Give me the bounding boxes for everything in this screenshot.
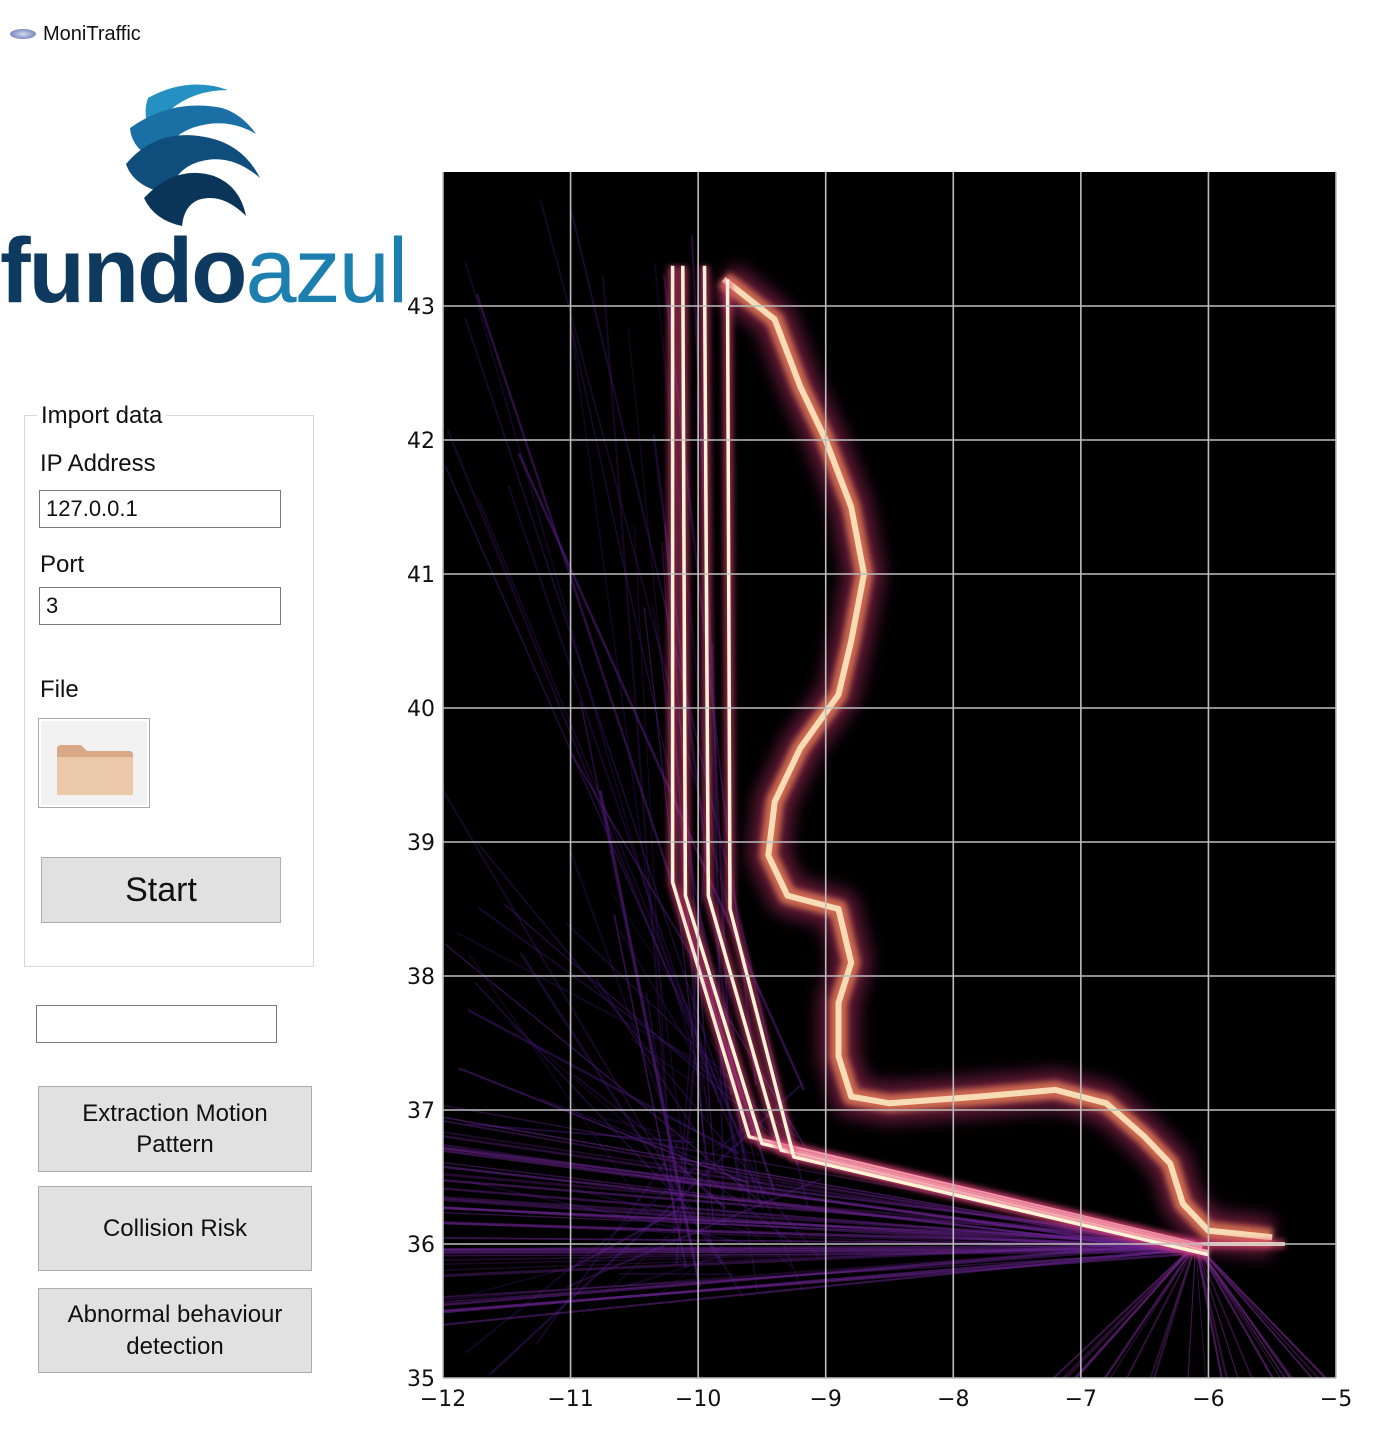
y-tick-label: 36 xyxy=(407,1233,435,1258)
x-tick-label: −9 xyxy=(809,1387,841,1412)
title-bar: MoniTraffic xyxy=(0,0,1388,70)
abnormal-behaviour-detection-button[interactable]: Abnormal behaviour detection xyxy=(38,1288,312,1373)
strait-approach-track xyxy=(442,1250,1196,1254)
wave-logo-icon xyxy=(126,84,260,226)
y-tick-label: 37 xyxy=(407,1099,435,1124)
x-tick-label: −8 xyxy=(937,1387,969,1412)
y-tick-label: 42 xyxy=(407,429,435,454)
y-tick-label: 35 xyxy=(407,1367,435,1392)
ip-address-label: IP Address xyxy=(40,450,156,477)
ip-address-input[interactable] xyxy=(39,490,281,528)
chart-svg: −12 −11 −10 −9 −8 −7 −6 −5353637383940414243 xyxy=(407,172,1352,1412)
x-tick-label: −7 xyxy=(1065,1387,1097,1412)
y-tick-label: 39 xyxy=(407,831,435,856)
status-field[interactable] xyxy=(36,1005,277,1043)
port-label: Port xyxy=(40,551,85,578)
y-tick-label: 43 xyxy=(407,295,435,320)
start-button[interactable]: Start xyxy=(41,857,281,923)
x-tick-label: −10 xyxy=(675,1387,721,1412)
y-tick-label: 38 xyxy=(407,965,435,990)
group-title: Import data xyxy=(37,402,167,430)
x-tick-label: −5 xyxy=(1320,1387,1352,1412)
port-input[interactable] xyxy=(39,587,281,625)
x-tick-label: −11 xyxy=(547,1387,593,1412)
y-tick-label: 41 xyxy=(407,563,435,588)
extraction-motion-pattern-button[interactable]: Extraction Motion Pattern xyxy=(38,1086,312,1172)
collision-risk-button[interactable]: Collision Risk xyxy=(38,1186,312,1271)
folder-icon xyxy=(57,745,133,795)
logo-wordmark: fundoazul xyxy=(0,220,408,322)
window-title: MoniTraffic xyxy=(43,23,141,45)
traffic-density-chart: −12 −11 −10 −9 −8 −7 −6 −5 35 36 37 38 39 40 41 42 43 xyxy=(395,150,1385,1430)
file-label: File xyxy=(40,676,79,703)
app-icon xyxy=(10,29,36,39)
fundoazul-logo: fundoazul xyxy=(0,80,408,320)
y-tick-label: 40 xyxy=(407,697,435,722)
x-tick-label: −6 xyxy=(1192,1387,1224,1412)
file-browse-button[interactable] xyxy=(38,718,150,808)
